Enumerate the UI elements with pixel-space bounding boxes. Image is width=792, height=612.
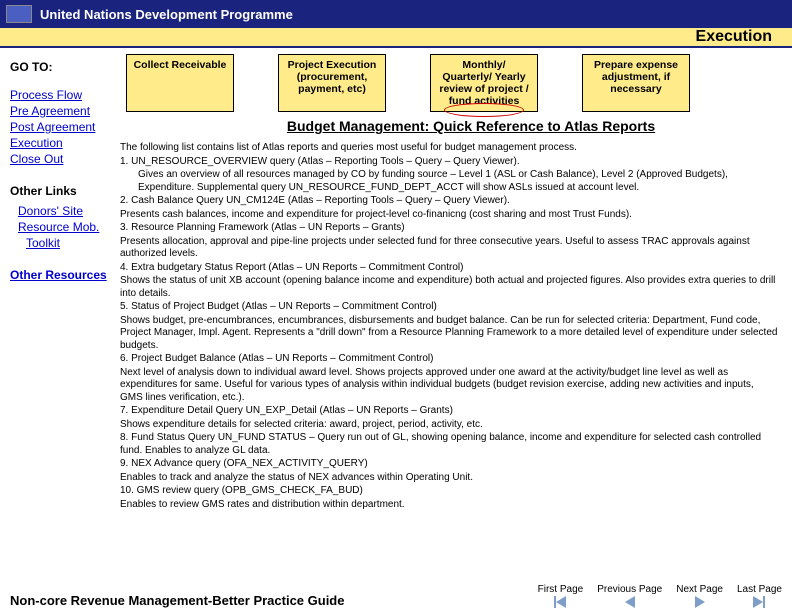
footer: Non-core Revenue Management-Better Pract… [10,585,782,609]
link-execution[interactable]: Execution [10,136,114,150]
page-nav: First Page Previous Page Next Page Last … [538,585,782,609]
item-1-desc: Gives an overview of all resources manag… [138,169,778,194]
page-title: Execution [696,28,772,46]
top-bar: Execution [0,28,792,48]
item-2-desc: Presents cash balances, income and expen… [120,209,778,222]
item-6: 6. Project Budget Balance (Atlas – UN Re… [120,353,778,366]
nav-prev[interactable]: Previous Page [597,585,662,609]
flow-review-text: Monthly/ Quarterly/ Yearly review of pro… [439,59,528,107]
item-9: 9. NEX Advance query (OFA_NEX_ACTIVITY_Q… [120,458,778,471]
item-4: 4. Extra budgetary Status Report (Atlas … [120,262,778,275]
flow-row: Collect Receivable Project Execution (pr… [126,54,782,112]
link-toolkit[interactable]: Toolkit [26,236,114,250]
flow-project: Project Execution (procurement, payment,… [278,54,386,112]
nav-prev-label: Previous Page [597,585,662,596]
item-10: 10. GMS review query (OPB_GMS_CHECK_FA_B… [120,485,778,498]
next-page-icon [695,596,705,608]
item-10-desc: Enables to review GMS rates and distribu… [120,499,778,512]
link-resource-mob[interactable]: Resource Mob. [18,220,114,234]
nav-last[interactable]: Last Page [737,585,782,609]
main-content: Collect Receivable Project Execution (pr… [120,48,792,588]
first-page-icon [554,596,566,608]
item-7: 7. Expenditure Detail Query UN_EXP_Detai… [120,405,778,418]
sidebar: GO TO: Process Flow Pre Agreement Post A… [0,48,120,588]
nav-next[interactable]: Next Page [676,585,723,609]
header-org: United Nations Development Programme [40,7,293,22]
intro: The following list contains list of Atla… [120,142,778,155]
item-2: 2. Cash Balance Query UN_CM124E (Atlas –… [120,195,778,208]
section-heading: Budget Management: Quick Reference to At… [160,118,782,134]
undp-logo [6,5,32,23]
prev-page-icon [625,596,635,608]
item-8: 8. Fund Status Query UN_FUND STATUS – Qu… [120,432,778,457]
last-page-icon [753,596,765,608]
flow-review: Monthly/ Quarterly/ Yearly review of pro… [430,54,538,112]
link-other-resources[interactable]: Other Resources [10,268,114,282]
flow-adjust: Prepare expense adjustment, if necessary [582,54,690,112]
footer-title: Non-core Revenue Management-Better Pract… [10,593,344,608]
nav-first[interactable]: First Page [538,585,584,609]
item-7-desc: Shows expenditure details for selected c… [120,419,778,432]
link-close-out[interactable]: Close Out [10,152,114,166]
link-donors-site[interactable]: Donors' Site [18,204,114,218]
other-links-label: Other Links [10,184,114,198]
body-text: The following list contains list of Atla… [120,142,782,511]
item-3-desc: Presents allocation, approval and pipe-l… [120,236,778,261]
link-process-flow[interactable]: Process Flow [10,88,114,102]
flow-collect: Collect Receivable [126,54,234,112]
header-bar: United Nations Development Programme [0,0,792,28]
item-1: 1. UN_RESOURCE_OVERVIEW query (Atlas – R… [120,156,778,169]
goto-label: GO TO: [10,60,114,74]
item-3: 3. Resource Planning Framework (Atlas – … [120,222,778,235]
nav-first-label: First Page [538,585,584,596]
item-6-desc: Next level of analysis down to individua… [120,367,778,405]
link-post-agreement[interactable]: Post Agreement [10,120,114,134]
nav-last-label: Last Page [737,585,782,596]
item-5: 5. Status of Project Budget (Atlas – UN … [120,301,778,314]
item-9-desc: Enables to track and analyze the status … [120,472,778,485]
nav-next-label: Next Page [676,585,723,596]
item-4-desc: Shows the status of unit XB account (ope… [120,275,778,300]
item-5-desc: Shows budget, pre-encumbrances, encumbra… [120,315,778,353]
link-pre-agreement[interactable]: Pre Agreement [10,104,114,118]
